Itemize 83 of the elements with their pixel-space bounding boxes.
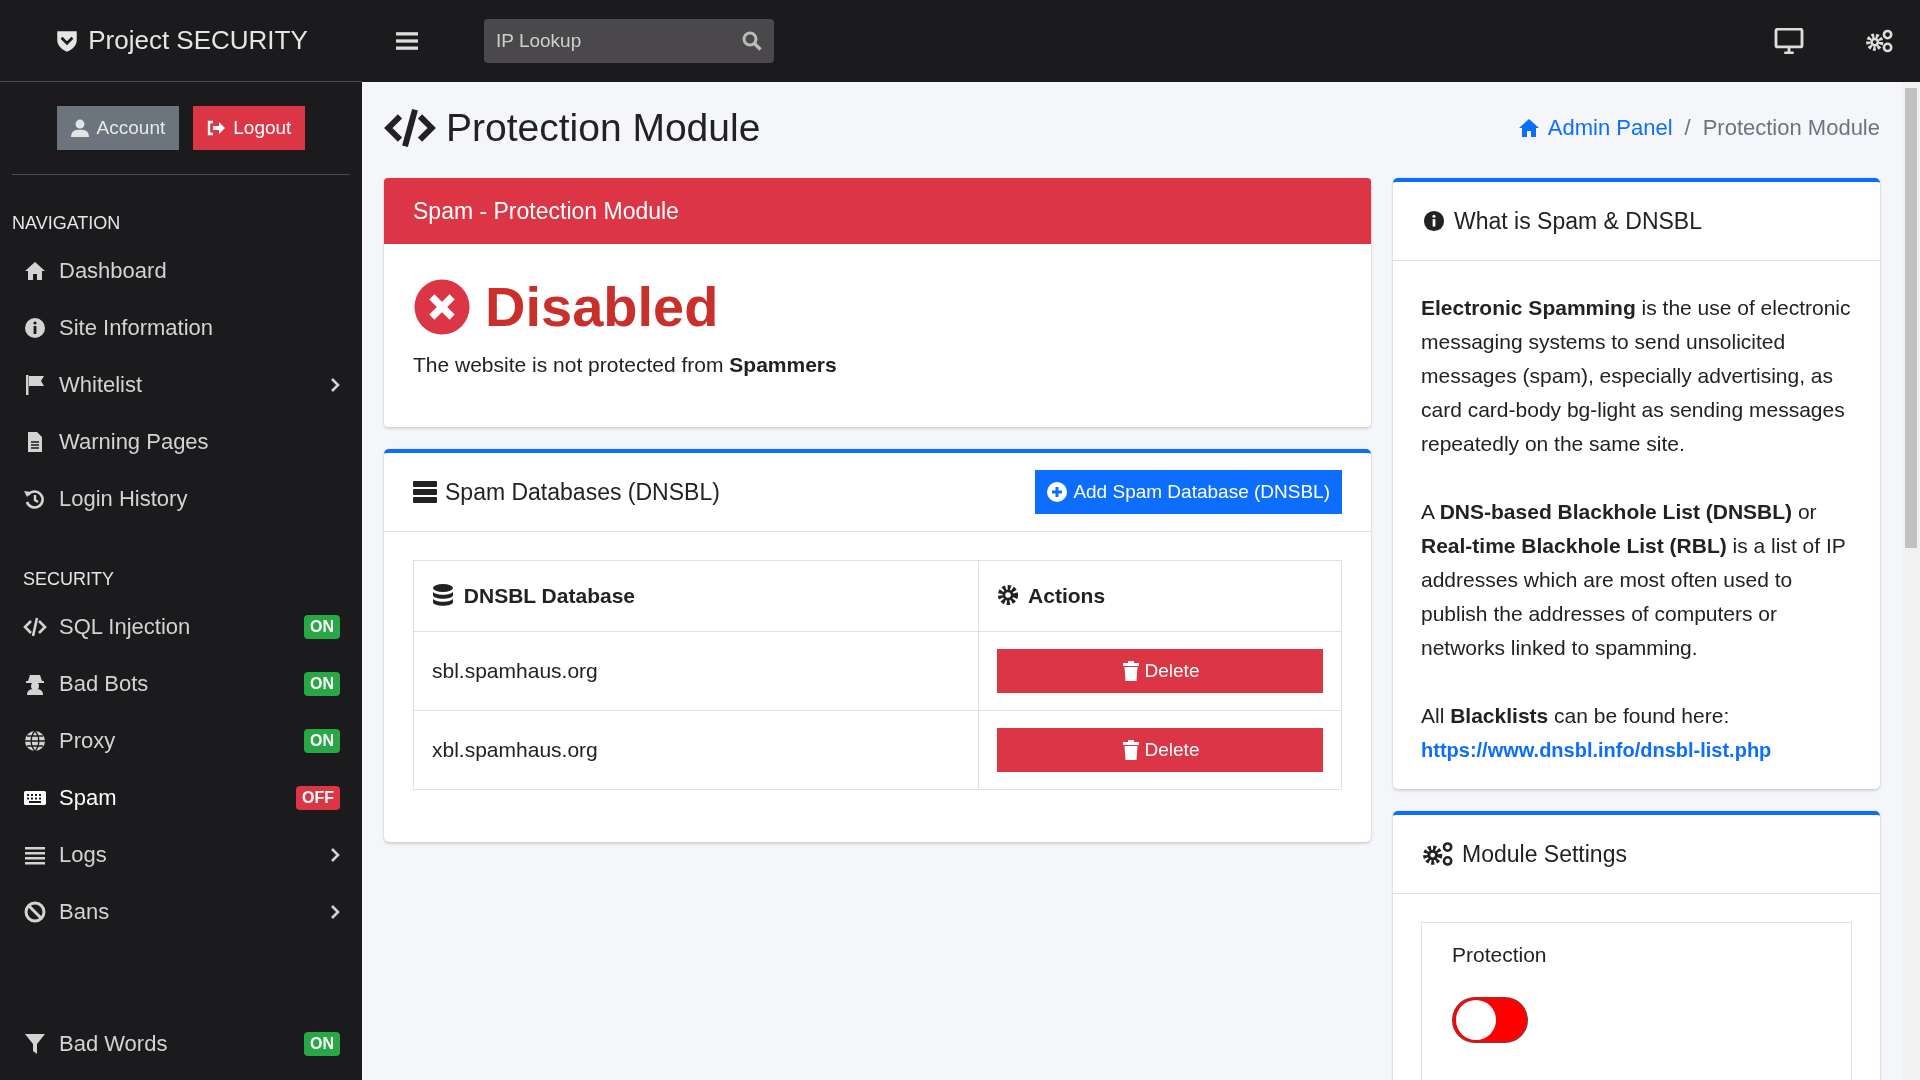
card-title: Spam Databases (DNSBL)	[445, 478, 720, 506]
sidebar-item-label: Bans	[59, 898, 111, 925]
logout-button[interactable]: Logout	[193, 106, 306, 150]
sidebar-item[interactable]: Site Information	[0, 299, 362, 356]
paragraph: A DNS-based Blackhole List (DNSBL) or Real-time Blackhole List (RBL) is a list of IP addresses which are most often used to publish the addresses of computers or networks linked to spamming.	[1421, 499, 1847, 661]
info-icon	[1422, 210, 1446, 232]
x-circle-icon	[413, 277, 471, 336]
database-icon	[432, 584, 454, 606]
sidebar-item[interactable]: Bad Words ON	[0, 1015, 362, 1072]
sidebar-item[interactable]: Bans	[0, 883, 362, 940]
trash-icon	[1120, 740, 1141, 760]
sidebar-item-label: Bad Words	[59, 1030, 169, 1057]
sidebar-item[interactable]: SQL Injection ON	[0, 598, 362, 655]
sidebar-item-label: Bad Bots	[59, 670, 150, 697]
sidebar-item-label: Whitelist	[59, 371, 144, 398]
paragraph: All Blacklists can be found here:	[1421, 703, 1731, 729]
sidebar-item[interactable]: Login History	[0, 470, 362, 527]
globe-icon	[23, 728, 47, 753]
scrollbar[interactable]	[1902, 82, 1920, 1080]
search-icon[interactable]	[742, 31, 762, 51]
status-message: The website is not protected from Spammers	[413, 353, 838, 377]
add-database-button[interactable]: Add Spam Database (DNSBL)	[1035, 470, 1342, 514]
column-header: Actions	[978, 560, 1342, 632]
table-cell: sbl.spamhaus.org	[413, 631, 979, 711]
chevron-right-icon	[330, 376, 340, 393]
card-title: What is Spam & DNSBL	[1454, 207, 1702, 235]
sidebar-item[interactable]: Spam OFF	[0, 769, 362, 826]
status-badge: ON	[304, 728, 340, 753]
sidebar-item-label: Warning Pages	[59, 428, 210, 455]
search-field[interactable]: IP Lookup	[484, 19, 774, 63]
chevron-right-icon	[330, 846, 340, 863]
sidebar-item[interactable]: Logs	[0, 826, 362, 883]
sidebar-item-label: Dashboard	[59, 257, 168, 284]
sidebar-item-label: Spam	[59, 784, 118, 811]
table-cell: xbl.spamhaus.org	[413, 710, 979, 790]
chevron-right-icon	[330, 903, 340, 920]
status-badge: ON	[304, 1031, 340, 1056]
ban-icon	[23, 899, 47, 924]
sidebar-item[interactable]: Dashboard	[0, 242, 362, 299]
monitor-icon[interactable]	[1774, 28, 1804, 54]
column-header: DNSBL Database	[413, 560, 979, 632]
status-badge: OFF	[296, 785, 340, 810]
sign-out-icon	[207, 119, 226, 137]
brand-title: Project SECURITY	[88, 25, 308, 56]
code-icon	[384, 108, 436, 148]
card-title: Module Settings	[1462, 840, 1627, 868]
filter-icon	[23, 1031, 47, 1056]
status-badge: ON	[304, 614, 340, 639]
card-header: Spam - Protection Module	[384, 178, 1371, 244]
delete-button[interactable]: Delete	[997, 728, 1323, 772]
account-button[interactable]: Account	[56, 106, 180, 150]
sidebar-heading: SECURITY	[22, 568, 115, 591]
sidebar-item[interactable]: Whitelist	[0, 356, 362, 413]
user-icon	[70, 119, 89, 137]
protection-toggle[interactable]	[1452, 997, 1528, 1043]
sidebar-item[interactable]: Proxy ON	[0, 712, 362, 769]
sidebar-item-label: Login History	[59, 485, 189, 512]
settings-icon[interactable]	[1864, 28, 1894, 54]
status-badge: ON	[304, 671, 340, 696]
trash-icon	[1120, 661, 1141, 681]
flag-icon	[23, 372, 47, 397]
breadcrumb-separator: /	[1684, 115, 1691, 141]
plus-circle-icon	[1047, 482, 1068, 502]
server-icon	[413, 481, 437, 503]
gear-icon	[997, 584, 1019, 606]
breadcrumb-link[interactable]: Admin Panel	[1515, 115, 1673, 141]
breadcrumb-current: Protection Module	[1702, 115, 1880, 141]
sidebar-item[interactable]: Bad Bots ON	[0, 655, 362, 712]
sidebar-item-label: Site Information	[59, 314, 215, 341]
menu-icon[interactable]	[396, 32, 418, 50]
paragraph: Electronic Spamming is the use of electronic messaging systems to send unsolicited messages (spam), especially advertising, as card card-body bg-light as sending messages repeatedly on the same site.	[1421, 295, 1852, 457]
gears-icon	[1422, 841, 1454, 867]
sidebar-item-label: Proxy	[59, 727, 117, 754]
status-text: Disabled	[485, 274, 719, 339]
info-icon	[23, 315, 47, 340]
sidebar-item[interactable]: Warning Pages	[0, 413, 362, 470]
sidebar-item-label: SQL Injection	[59, 613, 192, 640]
link[interactable]: https://www.dnsbl.info/dnsbl-list.php	[1421, 739, 1772, 761]
sidebar-item-label: Logs	[59, 841, 108, 868]
sidebar-heading: NAVIGATION	[11, 212, 122, 235]
delete-button[interactable]: Delete	[997, 649, 1323, 693]
page-title: Protection Module	[446, 106, 761, 150]
setting-label: Protection	[1452, 943, 1548, 967]
